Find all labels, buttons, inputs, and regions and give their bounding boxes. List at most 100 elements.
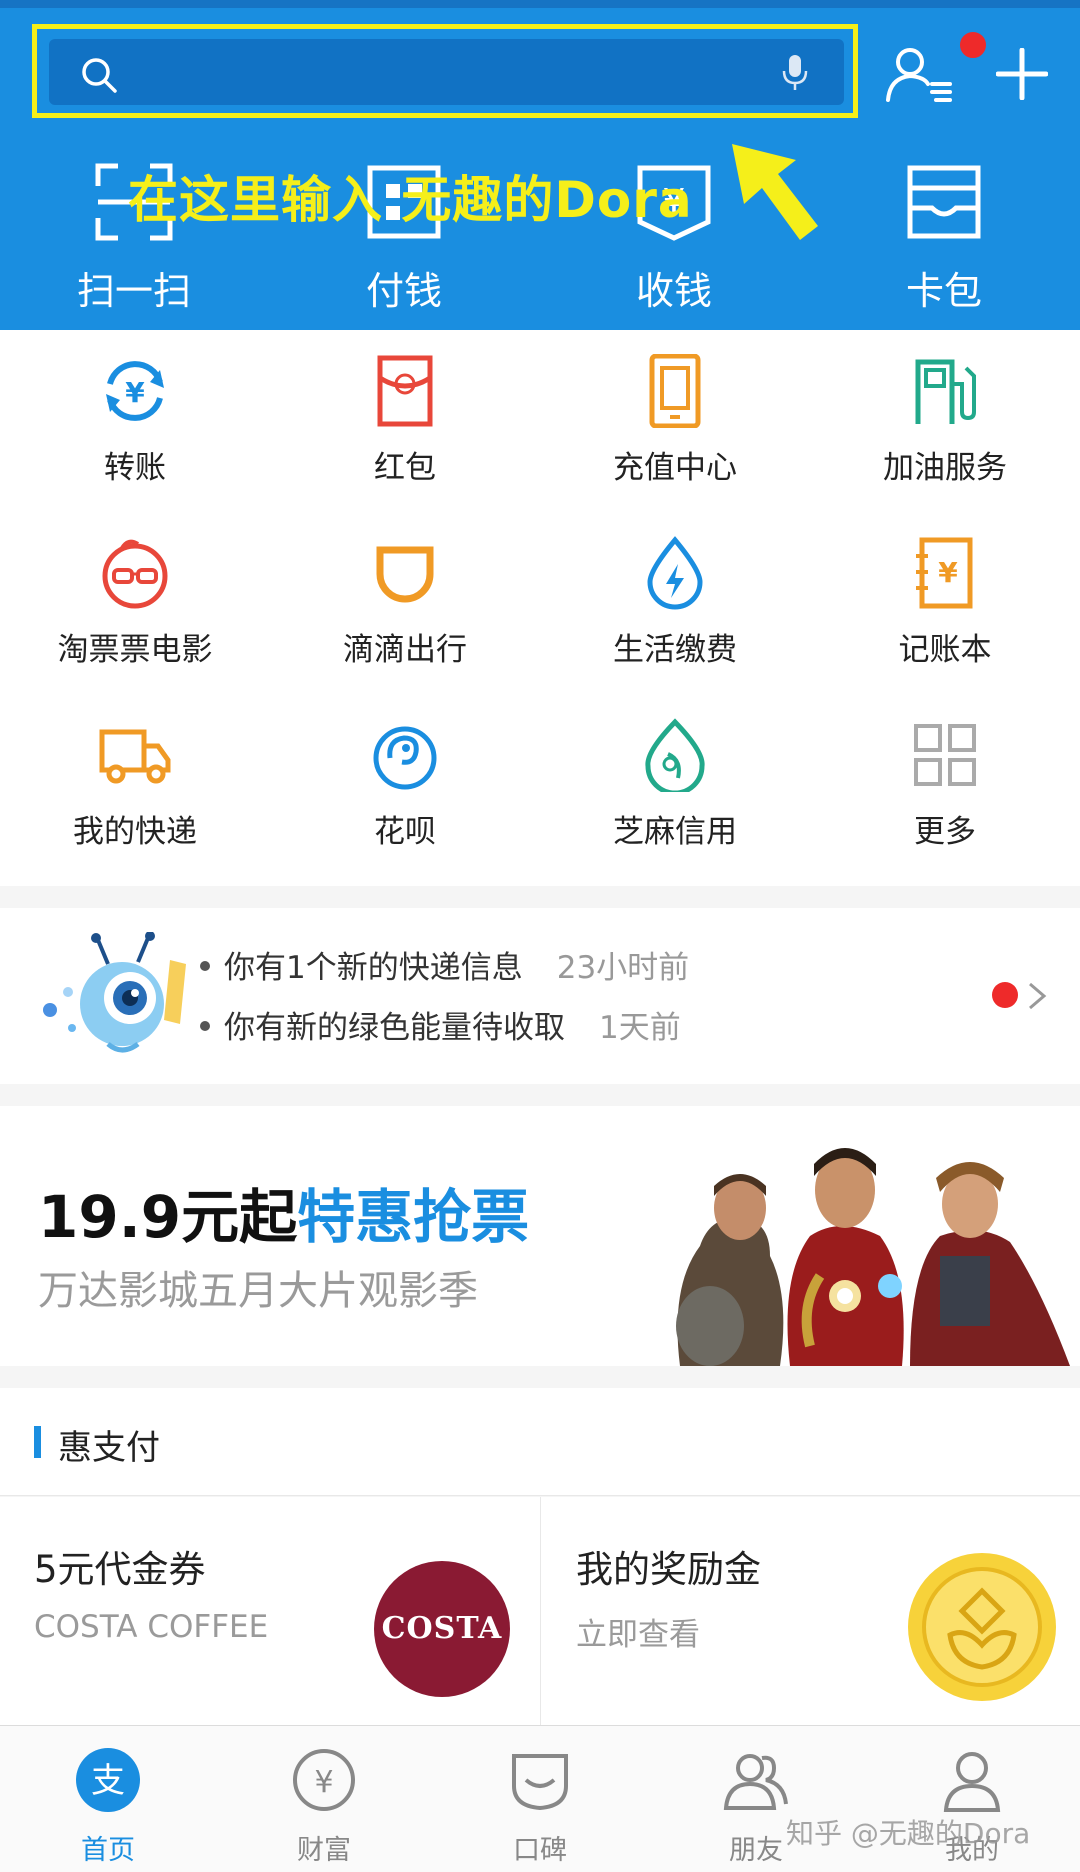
transfer-icon: ¥	[106, 361, 164, 421]
tab-home[interactable]: 支 首页	[0, 1726, 216, 1872]
costa-logo-text: COSTA	[381, 1611, 503, 1646]
service-label: 红包	[374, 450, 436, 486]
service-didi[interactable]: 滴滴出行	[270, 512, 540, 692]
bullet	[200, 960, 210, 971]
action-card-wallet[interactable]: 卡包	[844, 158, 1044, 313]
svg-text:支: 支	[91, 1761, 125, 1801]
notice-time: 1天前	[599, 1010, 681, 1046]
ant-mascot-icon	[43, 932, 186, 1053]
service-utility[interactable]: 生活缴费	[540, 512, 810, 692]
banner-subtitle: 万达影城五月大片观影季	[38, 1268, 478, 1314]
tab-label: 首页	[81, 1835, 135, 1866]
banner-highlight: 特惠抢票	[297, 1183, 530, 1251]
search-input[interactable]	[49, 39, 844, 105]
fuel-icon	[915, 359, 976, 424]
service-movie[interactable]: 淘票票电影	[0, 512, 270, 692]
notice-item[interactable]: 你有1个新的快递信息 23小时前	[200, 942, 689, 987]
section-accent-bar	[34, 1426, 41, 1458]
microphone-icon[interactable]	[780, 53, 810, 93]
friends-icon	[723, 1754, 788, 1810]
offer-cards: 5元代金券 COSTA COFFEE COSTA 我的奖励金 立即查看	[0, 1497, 1080, 1725]
card-divider	[540, 1497, 541, 1725]
header-bar: 扫一扫 付钱 ¥ 收钱 卡包 在这里输入 无趣的Dora	[0, 0, 1080, 330]
more-grid-icon	[914, 724, 976, 786]
service-label: 花呗	[374, 814, 436, 850]
tab-label: 财富	[297, 1835, 351, 1866]
annotation-arrow-icon	[732, 144, 818, 240]
action-label: 扫一扫	[76, 269, 191, 313]
section-title: 惠支付	[58, 1428, 160, 1468]
reward-title: 我的奖励金	[576, 1548, 761, 1591]
bullet	[200, 1020, 210, 1031]
search-highlight-frame	[32, 24, 858, 118]
services-grid: ¥ 转账 红包 充值中心 加油服务 淘票票电影 滴滴出行 生活缴费 ¥ 记账本 …	[0, 330, 1080, 886]
service-topup[interactable]: 充值中心	[540, 330, 810, 510]
unread-dot	[992, 982, 1018, 1008]
section-header: 惠支付	[0, 1388, 1080, 1496]
status-strip	[0, 0, 1080, 8]
service-fuel[interactable]: 加油服务	[810, 330, 1080, 510]
service-transfer[interactable]: ¥ 转账	[0, 330, 270, 510]
notification-dot	[958, 30, 988, 60]
utility-icon	[647, 536, 703, 610]
superhero-artwork	[676, 1148, 1070, 1366]
service-delivery[interactable]: 我的快递	[0, 694, 270, 874]
service-label: 更多	[914, 814, 976, 850]
action-label: 卡包	[905, 269, 982, 313]
svg-text:¥: ¥	[125, 376, 145, 409]
service-label: 记账本	[898, 632, 992, 668]
reward-subtitle: 立即查看	[576, 1617, 700, 1653]
service-huabei[interactable]: 花呗	[270, 694, 540, 874]
movie-ticket-icon	[102, 539, 168, 609]
phone-topup-icon	[649, 354, 701, 428]
service-ledger[interactable]: ¥ 记账本	[810, 512, 1080, 692]
service-label: 加油服务	[883, 450, 1007, 486]
card-wallet-icon	[907, 165, 981, 239]
profile-icon	[943, 1752, 1001, 1812]
red-envelope-icon	[377, 355, 433, 427]
banner-headline: 19.9元起特惠抢票	[38, 1170, 529, 1254]
contacts-icon[interactable]	[884, 44, 956, 104]
service-more[interactable]: 更多	[810, 694, 1080, 874]
chevron-right-icon[interactable]	[1026, 980, 1048, 1012]
sesame-credit-icon	[645, 718, 705, 792]
costa-logo: COSTA	[374, 1561, 510, 1697]
service-sesame[interactable]: 芝麻信用	[540, 694, 810, 874]
notice-text: 你有新的绿色能量待收取	[224, 1010, 565, 1046]
svg-text:¥: ¥	[314, 1765, 333, 1800]
notification-panel[interactable]: 你有1个新的快递信息 23小时前 你有新的绿色能量待收取 1天前	[0, 908, 1080, 1084]
didi-icon	[376, 546, 434, 603]
zhihu-watermark: 知乎 @无趣的Dora	[786, 1817, 1031, 1850]
wealth-icon: ¥	[293, 1749, 355, 1811]
service-label: 我的快递	[73, 814, 197, 850]
service-label: 淘票票电影	[57, 632, 213, 668]
home-alipay-icon: 支	[76, 1748, 140, 1812]
service-label: 充值中心	[613, 450, 737, 486]
service-label: 生活缴费	[613, 632, 737, 668]
huabei-icon	[373, 726, 437, 790]
svg-text:¥: ¥	[938, 556, 958, 589]
reward-coin-icon	[908, 1553, 1056, 1701]
action-label: 收钱	[635, 269, 712, 313]
search-icon	[82, 58, 117, 93]
annotation-text: 在这里输入 无趣的Dora	[128, 171, 693, 229]
action-label: 付钱	[365, 269, 442, 313]
service-label: 滴滴出行	[343, 632, 467, 668]
tab-wealth[interactable]: ¥ 财富	[216, 1726, 432, 1872]
delivery-truck-icon	[99, 729, 171, 784]
service-red-envelope[interactable]: 红包	[270, 330, 540, 510]
movie-promo-banner[interactable]: 19.9元起特惠抢票 万达影城五月大片观影季	[0, 1106, 1080, 1366]
tab-koubei[interactable]: 口碑	[432, 1726, 648, 1872]
ledger-icon: ¥	[916, 537, 973, 609]
notice-item[interactable]: 你有新的绿色能量待收取 1天前	[200, 1002, 681, 1047]
koubei-icon	[512, 1754, 568, 1811]
banner-price: 19.9元起	[38, 1183, 298, 1251]
service-label: 转账	[104, 450, 166, 486]
tab-label: 口碑	[513, 1835, 567, 1866]
notice-text: 你有1个新的快递信息	[224, 950, 523, 986]
service-label: 芝麻信用	[613, 814, 737, 850]
coupon-subtitle: COSTA COFFEE	[34, 1609, 269, 1645]
plus-icon[interactable]	[996, 48, 1048, 100]
notice-time: 23小时前	[556, 950, 690, 986]
coupon-title: 5元代金券	[34, 1548, 206, 1591]
